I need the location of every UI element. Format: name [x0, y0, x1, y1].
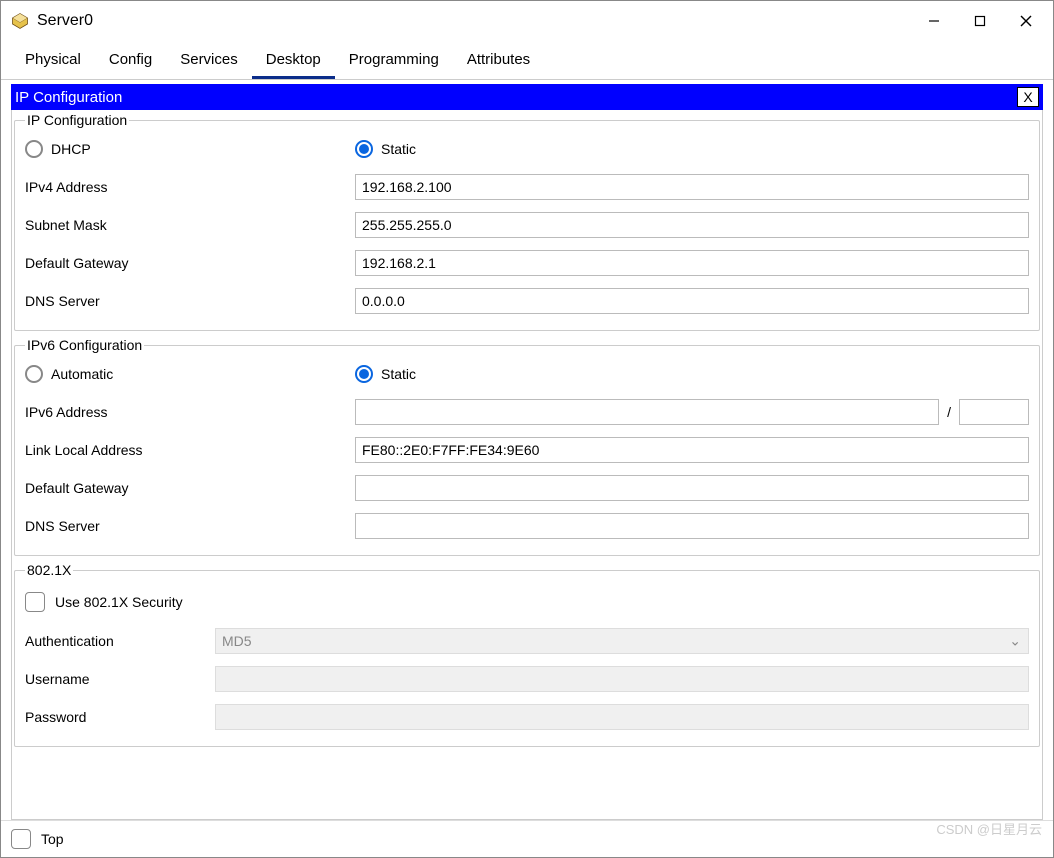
username-label: Username	[25, 671, 215, 687]
radio-icon	[25, 140, 43, 158]
ipv6-static-label: Static	[381, 366, 416, 382]
content-area: IP Configuration X IP Configuration DHCP…	[1, 80, 1053, 820]
radio-icon	[25, 365, 43, 383]
ipv6-address-label: IPv6 Address	[25, 404, 355, 420]
ipv4-address-row: IPv4 Address	[25, 168, 1029, 206]
use-8021x-checkbox[interactable]	[25, 592, 45, 612]
ipv6-gateway-label: Default Gateway	[25, 480, 355, 496]
minimize-button[interactable]	[911, 6, 957, 36]
panel-title: IP Configuration	[15, 89, 1017, 106]
ipv6-automatic-radio[interactable]: Automatic	[25, 365, 355, 383]
username-row: Username	[25, 660, 1029, 698]
link-local-label: Link Local Address	[25, 442, 355, 458]
authentication-row: Authentication ⌄	[25, 622, 1029, 660]
panel-body: IP Configuration DHCP Static IPv4 Addres…	[11, 110, 1043, 820]
app-window: Server0 Physical Config Services Desktop…	[0, 0, 1054, 858]
maximize-button[interactable]	[957, 6, 1003, 36]
close-window-button[interactable]	[1003, 6, 1049, 36]
radio-icon	[355, 140, 373, 158]
subnet-mask-label: Subnet Mask	[25, 217, 355, 233]
prefix-separator: /	[939, 404, 959, 420]
tab-programming[interactable]: Programming	[335, 41, 453, 79]
bottom-bar: Top	[1, 820, 1053, 857]
subnet-mask-row: Subnet Mask	[25, 206, 1029, 244]
tab-attributes[interactable]: Attributes	[453, 41, 544, 79]
ipv6-prefix-input[interactable]	[959, 399, 1029, 425]
app-icon	[11, 12, 29, 30]
ipv6-mode-row: Automatic Static	[25, 359, 1029, 393]
ipv6-gateway-input[interactable]	[355, 475, 1029, 501]
default-gateway-input[interactable]	[355, 250, 1029, 276]
use-8021x-row[interactable]: Use 802.1X Security	[25, 584, 1029, 622]
authentication-label: Authentication	[25, 633, 215, 649]
titlebar: Server0	[1, 1, 1053, 41]
dhcp-label: DHCP	[51, 141, 91, 157]
ipv6-address-row: IPv6 Address /	[25, 393, 1029, 431]
ipv6-static-radio[interactable]: Static	[355, 365, 416, 383]
username-input[interactable]	[215, 666, 1029, 692]
link-local-input[interactable]	[355, 437, 1029, 463]
default-gateway-row: Default Gateway	[25, 244, 1029, 282]
ipv6-dns-input[interactable]	[355, 513, 1029, 539]
ipv6-address-input[interactable]	[355, 399, 939, 425]
main-tabs: Physical Config Services Desktop Program…	[1, 41, 1053, 80]
automatic-label: Automatic	[51, 366, 113, 382]
dns-server-input[interactable]	[355, 288, 1029, 314]
window-title: Server0	[37, 12, 911, 30]
use-8021x-label: Use 802.1X Security	[55, 594, 183, 610]
tab-physical[interactable]: Physical	[11, 41, 95, 79]
password-input[interactable]	[215, 704, 1029, 730]
static-radio[interactable]: Static	[355, 140, 416, 158]
ip-configuration-legend: IP Configuration	[25, 112, 129, 128]
link-local-row: Link Local Address	[25, 431, 1029, 469]
tab-desktop[interactable]: Desktop	[252, 41, 335, 79]
password-label: Password	[25, 709, 215, 725]
panel-close-button[interactable]: X	[1017, 87, 1039, 107]
radio-icon	[355, 365, 373, 383]
tab-config[interactable]: Config	[95, 41, 166, 79]
ipv4-mode-row: DHCP Static	[25, 134, 1029, 168]
ipv4-address-label: IPv4 Address	[25, 179, 355, 195]
password-row: Password	[25, 698, 1029, 736]
dns-server-row: DNS Server	[25, 282, 1029, 320]
panel-header: IP Configuration X	[11, 84, 1043, 110]
ip-configuration-group: IP Configuration DHCP Static IPv4 Addres…	[14, 112, 1040, 331]
ipv6-dns-row: DNS Server	[25, 507, 1029, 545]
tab-services[interactable]: Services	[166, 41, 252, 79]
ipv6-gateway-row: Default Gateway	[25, 469, 1029, 507]
subnet-mask-input[interactable]	[355, 212, 1029, 238]
ipv6-configuration-legend: IPv6 Configuration	[25, 337, 144, 353]
dot1x-legend: 802.1X	[25, 562, 73, 578]
top-label: Top	[41, 831, 64, 847]
ipv4-address-input[interactable]	[355, 174, 1029, 200]
ipv6-dns-label: DNS Server	[25, 518, 355, 534]
default-gateway-label: Default Gateway	[25, 255, 355, 271]
static-label: Static	[381, 141, 416, 157]
dns-server-label: DNS Server	[25, 293, 355, 309]
top-checkbox[interactable]	[11, 829, 31, 849]
dhcp-radio[interactable]: DHCP	[25, 140, 355, 158]
ipv6-configuration-group: IPv6 Configuration Automatic Static IPv6…	[14, 337, 1040, 556]
authentication-select[interactable]: ⌄	[215, 628, 1029, 654]
dot1x-group: 802.1X Use 802.1X Security Authenticatio…	[14, 562, 1040, 747]
authentication-value[interactable]	[215, 628, 1029, 654]
